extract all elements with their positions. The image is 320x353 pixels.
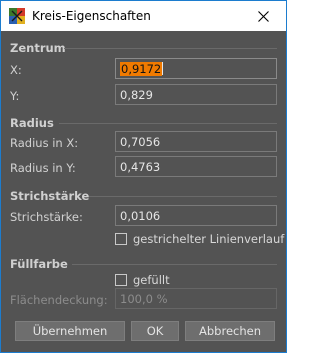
window-title: Kreis-Eigenschaften <box>32 9 151 23</box>
dialog-window: Kreis-Eigenschaften Zentrum X: 0,9172 Y:… <box>0 0 287 353</box>
stroke-width-input[interactable]: 0,0106 <box>115 205 277 226</box>
radius-y-input[interactable]: 0,4763 <box>115 156 277 177</box>
stroke-width-label: Strichstärke: <box>10 210 83 224</box>
cancel-button[interactable]: Abbrechen <box>185 321 275 341</box>
section-title-fuellfarbe: Füllfarbe <box>10 257 68 271</box>
close-button[interactable] <box>240 1 286 31</box>
filled-label[interactable]: gefüllt <box>133 273 170 287</box>
ok-button[interactable]: OK <box>131 321 179 341</box>
close-icon <box>257 10 269 22</box>
apply-button[interactable]: Übernehmen <box>15 321 125 341</box>
radius-x-label: Radius in X: <box>10 136 79 150</box>
section-divider <box>72 264 277 265</box>
coverage-label: Flächendeckung: <box>10 293 108 307</box>
dashed-line-label[interactable]: gestrichelter Linienverlauf <box>133 232 284 246</box>
radius-y-label: Radius in Y: <box>10 161 76 175</box>
section-divider <box>64 48 277 49</box>
center-x-input[interactable]: 0,9172 <box>115 58 277 79</box>
dashed-line-checkbox[interactable] <box>115 233 127 245</box>
center-x-label: X: <box>10 63 22 77</box>
center-y-label: Y: <box>10 89 20 103</box>
text-caret <box>162 62 164 75</box>
coverage-input[interactable]: 100,0 % <box>115 288 277 309</box>
section-divider <box>89 196 277 197</box>
app-icon <box>9 8 25 24</box>
title-bar[interactable]: Kreis-Eigenschaften <box>1 1 286 31</box>
section-title-radius: Radius <box>10 116 54 130</box>
filled-checkbox[interactable] <box>115 274 127 286</box>
section-divider <box>59 123 277 124</box>
selected-text: 0,9172 <box>120 62 163 76</box>
radius-x-input[interactable]: 0,7056 <box>115 131 277 152</box>
section-title-strichstaerke: Strichstärke <box>10 189 90 203</box>
section-title-zentrum: Zentrum <box>10 41 66 55</box>
center-y-input[interactable]: 0,829 <box>115 84 277 105</box>
